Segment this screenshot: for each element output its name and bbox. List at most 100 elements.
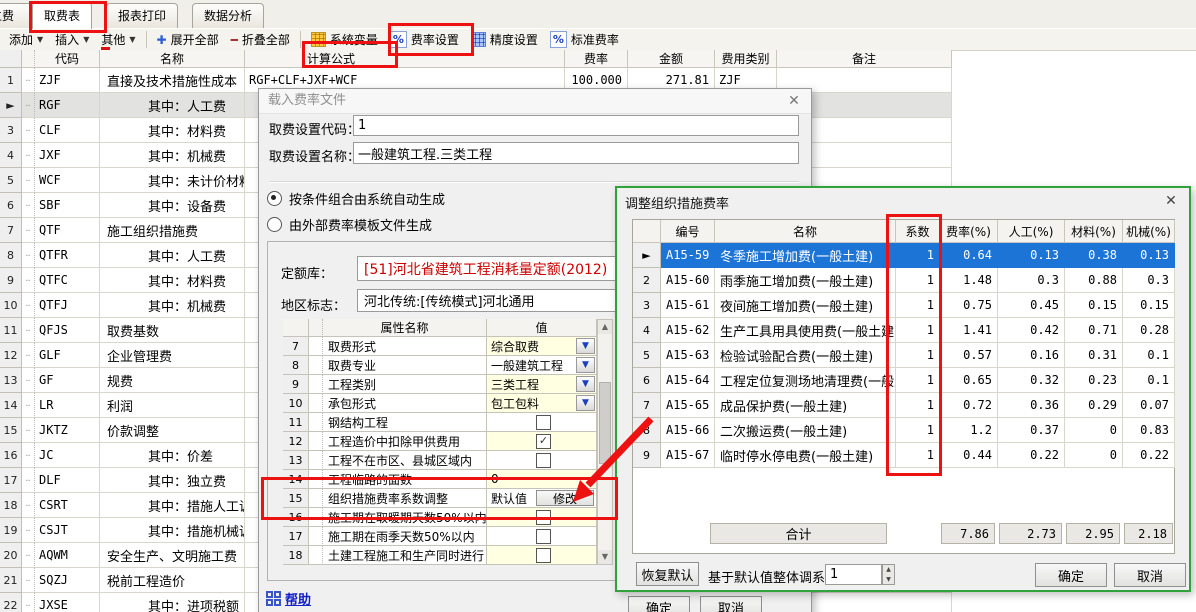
property-value-cell[interactable] <box>487 451 597 470</box>
property-row[interactable]: 15组织措施费率系数调整默认值修改 <box>283 489 613 508</box>
checkbox[interactable] <box>536 548 551 563</box>
app-window: 立费 取费表 报表打印 数据分析 添加▼ 插入▼ 其他▼ ✚展开全部 ━折叠全部… <box>0 0 1196 612</box>
tab-report-print[interactable]: 报表打印 <box>106 3 178 28</box>
table-row[interactable]: 3A15-61夜间施工增加费(一般土建)10.750.450.150.15 <box>633 293 1174 318</box>
chevron-down-icon[interactable]: ▼ <box>576 357 595 373</box>
property-row[interactable]: 9工程类别三类工程▼ <box>283 375 613 394</box>
standard-rates-button[interactable]: %标准费率 <box>544 30 625 49</box>
close-icon[interactable]: ✕ <box>785 92 803 110</box>
table-row[interactable]: 2A15-60雨季施工增加费(一般土建)11.480.30.880.3 <box>633 268 1174 293</box>
property-row[interactable]: 11钢结构工程 <box>283 413 613 432</box>
corner-cell <box>0 50 22 68</box>
coef-adjust-input[interactable]: 1 <box>825 564 882 585</box>
table-row[interactable]: 9A15-67临时停水停电费(一般土建)10.440.2200.22 <box>633 443 1174 468</box>
property-value-cell[interactable]: 0 <box>487 470 597 489</box>
chevron-down-icon[interactable]: ▼ <box>576 376 595 392</box>
help-link[interactable]: 帮助 <box>266 589 311 608</box>
scrollbar[interactable]: ▲ ▼ <box>597 319 613 565</box>
corner-cell <box>633 220 661 243</box>
code-cell: A15-63 <box>661 343 715 368</box>
code-cell: QTFJ <box>35 293 100 318</box>
property-row[interactable]: 14工程临路的面数0 <box>283 470 613 489</box>
property-row[interactable]: 10承包形式包工包料▼ <box>283 394 613 413</box>
chevron-down-icon[interactable]: ▼ <box>576 338 595 354</box>
insert-menu[interactable]: 插入▼ <box>49 30 95 49</box>
radio-auto-generate[interactable]: 按条件组合由系统自动生成 <box>267 189 445 208</box>
table-row[interactable]: 6A15-64工程定位复测场地清理费(一般土建)10.650.320.230.1 <box>633 368 1174 393</box>
rate-settings-button[interactable]: %费率设置 <box>384 30 465 49</box>
fee-code-input[interactable]: 1 <box>353 115 799 136</box>
property-row[interactable]: 12工程造价中扣除甲供费用✓ <box>283 432 613 451</box>
checkbox[interactable] <box>536 415 551 430</box>
system-variables-button[interactable]: 系统变量 <box>305 30 384 49</box>
radio-external-template[interactable]: 由外部费率模板文件生成 <box>267 215 432 234</box>
expand-all-button[interactable]: ✚展开全部 <box>151 30 225 49</box>
property-value-cell[interactable] <box>487 508 597 527</box>
name-cell: 其中：人工费 <box>100 243 245 268</box>
property-value-cell[interactable]: 包工包料▼ <box>487 394 597 413</box>
code-cell: A15-66 <box>661 418 715 443</box>
property-value-cell[interactable]: ✓ <box>487 432 597 451</box>
checkbox[interactable] <box>536 453 551 468</box>
adjust-dialog-cancel-button[interactable]: 取消 <box>1114 563 1186 587</box>
property-row[interactable]: 7取费形式综合取费▼ <box>283 337 613 356</box>
checkbox[interactable] <box>536 529 551 544</box>
collapse-all-button[interactable]: ━折叠全部 <box>225 30 296 49</box>
scroll-up-icon[interactable]: ▲ <box>598 320 612 334</box>
tab-data-analysis[interactable]: 数据分析 <box>192 3 264 28</box>
other-menu[interactable]: 其他▼ <box>95 30 141 49</box>
tree-cell: ┄ <box>22 418 35 443</box>
tree-cell: ┄ <box>22 443 35 468</box>
code-cell: QTF <box>35 218 100 243</box>
property-value-cell[interactable] <box>487 527 597 546</box>
col-header-value: 值 <box>487 319 597 337</box>
restore-default-button[interactable]: 恢复默认 <box>636 562 699 586</box>
property-value-cell[interactable]: 一般建筑工程▼ <box>487 356 597 375</box>
tree-cell <box>309 546 323 565</box>
property-name-cell: 钢结构工程 <box>323 413 487 432</box>
tab-fee-table[interactable]: 取费表 <box>32 2 92 29</box>
property-row[interactable]: 18土建工程施工和生产同时进行 <box>283 546 613 565</box>
property-value-cell[interactable]: 三类工程▼ <box>487 375 597 394</box>
property-value-cell[interactable]: 综合取费▼ <box>487 337 597 356</box>
row-number: 8 <box>0 243 22 268</box>
machine-cell: 0.1 <box>1123 343 1175 368</box>
scroll-thumb[interactable] <box>599 382 611 464</box>
tree-cell: ┄ <box>22 468 35 493</box>
property-row[interactable]: 16施工期在取暖期天数50%以内 <box>283 508 613 527</box>
property-row[interactable]: 17施工期在雨季天数50%以内 <box>283 527 613 546</box>
close-icon[interactable]: ✕ <box>1163 193 1179 209</box>
table-row[interactable]: 4A15-62生产工具用具使用费(一般土建)11.410.420.710.28 <box>633 318 1174 343</box>
name-cell: 其中：措施机械调整 <box>100 518 245 543</box>
property-row[interactable]: 13工程不在市区、县城区域内 <box>283 451 613 470</box>
add-menu[interactable]: 添加▼ <box>3 30 49 49</box>
property-value-cell[interactable]: 默认值修改 <box>487 489 597 508</box>
chevron-down-icon[interactable]: ▼ <box>576 395 595 411</box>
property-value-cell[interactable] <box>487 413 597 432</box>
labor-cell: 0.42 <box>998 318 1065 343</box>
load-dialog-cancel-button[interactable]: 取消 <box>700 596 762 612</box>
property-value-cell[interactable] <box>487 546 597 565</box>
precision-settings-button[interactable]: 精度设置 <box>465 30 544 49</box>
coef-cell: 1 <box>896 318 940 343</box>
checkbox[interactable]: ✓ <box>536 434 551 449</box>
table-row[interactable]: 8A15-66二次搬运费(一般土建)11.20.3700.83 <box>633 418 1174 443</box>
name-cell: 其中：未计价材料费 <box>100 168 245 193</box>
load-dialog-ok-button[interactable]: 确定 <box>628 596 690 612</box>
checkbox[interactable] <box>536 510 551 525</box>
coef-adjust-label: 基于默认值整体调系数 <box>708 567 838 586</box>
coef-spinner[interactable]: ▲▼ <box>882 564 895 585</box>
property-row[interactable]: 8取费专业一般建筑工程▼ <box>283 356 613 375</box>
code-cell: JXF <box>35 143 100 168</box>
fee-name-input[interactable]: 一般建筑工程.三类工程 <box>353 142 799 164</box>
table-row[interactable]: 5A15-63检验试验配合费(一般土建)10.570.160.310.1 <box>633 343 1174 368</box>
scroll-down-icon[interactable]: ▼ <box>598 550 612 564</box>
modify-button[interactable]: 修改 <box>536 490 594 506</box>
col-header-category: 费用类别 <box>715 50 777 68</box>
table-row[interactable]: 7A15-65成品保护费(一般土建)10.720.360.290.07 <box>633 393 1174 418</box>
row-number: 12 <box>0 343 22 368</box>
rate-cell: 0.72 <box>940 393 998 418</box>
table-row[interactable]: ►A15-59冬季施工增加费(一般土建)10.640.130.380.13 <box>633 243 1174 268</box>
total-machine: 2.18 <box>1124 523 1173 544</box>
adjust-dialog-ok-button[interactable]: 确定 <box>1035 563 1107 587</box>
